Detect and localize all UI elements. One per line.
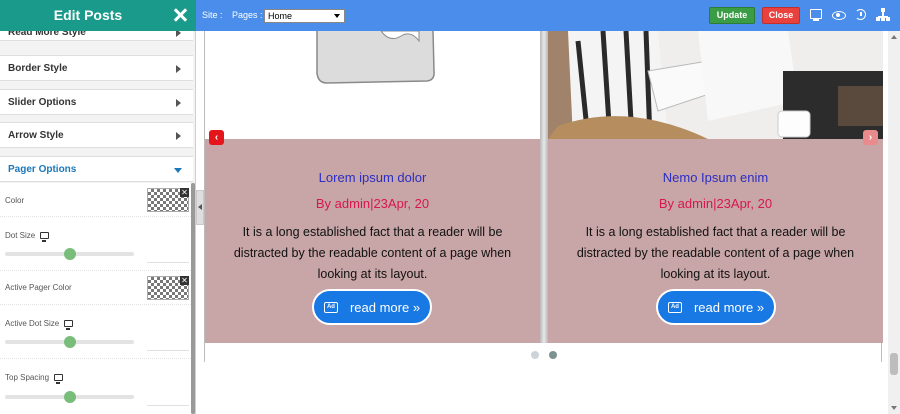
- section-slider-options[interactable]: Slider Options: [0, 89, 193, 115]
- slider-handle[interactable]: [63, 391, 76, 403]
- dot-size-row: Dot Size: [0, 217, 191, 271]
- collapse-sidebar-button[interactable]: [196, 190, 204, 225]
- section-label: Border Style: [8, 63, 68, 74]
- clear-icon[interactable]: ✕: [180, 276, 189, 285]
- post-excerpt: It is a long established fact that a rea…: [233, 225, 512, 281]
- scroll-down-icon[interactable]: [891, 406, 897, 410]
- pager-color-row: Color ✕: [0, 183, 191, 217]
- dot-size-label-wrap: Dot Size: [5, 231, 50, 242]
- desktop-icon[interactable]: [64, 320, 74, 330]
- scrollbar-thumb[interactable]: [191, 183, 195, 414]
- section-pager-options[interactable]: Pager Options: [0, 156, 193, 182]
- dot-size-value-field[interactable]: [147, 262, 189, 263]
- slider-handle[interactable]: [63, 336, 76, 348]
- active-pager-color-swatch[interactable]: ✕: [147, 276, 189, 300]
- post-title[interactable]: Nemo Ipsum enim: [548, 170, 883, 185]
- eye-icon[interactable]: [832, 8, 846, 22]
- section-label: Pager Options: [8, 164, 77, 175]
- top-spacing-label: Top Spacing: [5, 373, 50, 382]
- sidebar-scrollbar[interactable]: [191, 183, 195, 414]
- active-pager-color-label: Active Pager Color: [5, 283, 72, 292]
- top-spacing-row: Top Spacing: [0, 359, 191, 414]
- section-label: Slider Options: [8, 97, 77, 108]
- slider-handle[interactable]: [63, 248, 76, 260]
- active-pager-color-row: Active Pager Color ✕: [0, 271, 191, 305]
- pager-options-panel: Color ✕ Dot Size Active Pager Color ✕ Ac…: [0, 183, 191, 414]
- edit-posts-sidebar: Read More Style Border Style Slider Opti…: [0, 0, 196, 414]
- placeholder-image-icon: [316, 31, 435, 84]
- next-slide-button[interactable]: ›: [863, 130, 878, 145]
- chevron-down-icon: [174, 168, 182, 173]
- pager-color-swatch[interactable]: ✕: [147, 188, 189, 212]
- office-photo: [548, 31, 883, 139]
- read-more-button[interactable]: Ad read more »: [656, 289, 776, 325]
- close-icon[interactable]: [170, 4, 190, 26]
- page-scrollbar[interactable]: [888, 31, 900, 414]
- top-spacing-value-field[interactable]: [147, 405, 189, 406]
- top-toolbar: Site : Pages : Home Update Close: [196, 0, 900, 31]
- desktop-icon[interactable]: [54, 374, 64, 384]
- pages-label: Pages :: [232, 10, 263, 20]
- post-image: [205, 31, 540, 139]
- pager-dot[interactable]: [531, 351, 539, 359]
- active-dot-size-row: Active Dot Size: [0, 305, 191, 359]
- post-title[interactable]: Lorem ipsum dolor: [205, 170, 540, 185]
- post-excerpt: It is a long established fact that a rea…: [576, 225, 855, 281]
- active-dot-size-label-wrap: Active Dot Size: [5, 319, 74, 330]
- sidebar-header: Edit Posts: [0, 0, 196, 31]
- read-more-label: read more »: [693, 299, 765, 315]
- page-preview: Lorem ipsum dolor By admin|23Apr, 20 It …: [204, 31, 883, 362]
- chevron-right-icon: [176, 99, 181, 107]
- read-more-button[interactable]: Ad read more »: [312, 289, 432, 325]
- pager-area: [205, 343, 881, 362]
- dot-size-label: Dot Size: [5, 231, 36, 240]
- dot-size-slider[interactable]: [5, 248, 134, 260]
- chevron-right-icon: [176, 65, 181, 73]
- top-spacing-slider[interactable]: [5, 391, 134, 403]
- desktop-icon[interactable]: [809, 8, 823, 22]
- read-more-label: read more »: [349, 299, 421, 315]
- sitemap-icon-part: [878, 16, 888, 18]
- pages-select-value: Home: [268, 11, 293, 21]
- update-button[interactable]: Update: [709, 7, 755, 24]
- desktop-icon[interactable]: [40, 232, 50, 242]
- clear-icon[interactable]: ✕: [180, 188, 189, 197]
- ad-icon: Ad: [667, 301, 682, 313]
- active-dot-size-label: Active Dot Size: [5, 319, 60, 328]
- post-meta: By admin|23Apr, 20: [658, 196, 773, 211]
- chevron-down-icon: [334, 14, 340, 18]
- pager-dot-active[interactable]: [549, 351, 557, 359]
- post-card: Nemo Ipsum enim By admin|23Apr, 20 It is…: [548, 31, 883, 343]
- scrollbar-thumb[interactable]: [890, 353, 898, 375]
- prev-slide-button[interactable]: ‹: [209, 130, 224, 145]
- post-meta: By admin|23Apr, 20: [315, 196, 430, 211]
- ad-icon: Ad: [323, 301, 338, 313]
- scroll-up-icon[interactable]: [891, 35, 897, 39]
- slide-divider: [540, 31, 548, 343]
- chevron-right-icon: [176, 132, 181, 140]
- pages-select[interactable]: Home: [264, 9, 345, 23]
- active-dot-size-slider[interactable]: [5, 336, 134, 348]
- history-icon[interactable]: [854, 8, 868, 22]
- top-spacing-label-wrap: Top Spacing: [5, 373, 64, 384]
- pager-color-label: Color: [5, 196, 25, 205]
- active-dot-size-value-field[interactable]: [147, 350, 189, 351]
- site-label: Site :: [202, 10, 223, 20]
- post-card: Lorem ipsum dolor By admin|23Apr, 20 It …: [205, 31, 540, 343]
- close-button[interactable]: Close: [762, 7, 800, 24]
- post-image: [548, 31, 883, 139]
- section-arrow-style[interactable]: Arrow Style: [0, 122, 193, 148]
- section-border-style[interactable]: Border Style: [0, 55, 193, 81]
- sidebar-title: Edit Posts: [53, 7, 123, 23]
- section-label: Arrow Style: [8, 130, 64, 141]
